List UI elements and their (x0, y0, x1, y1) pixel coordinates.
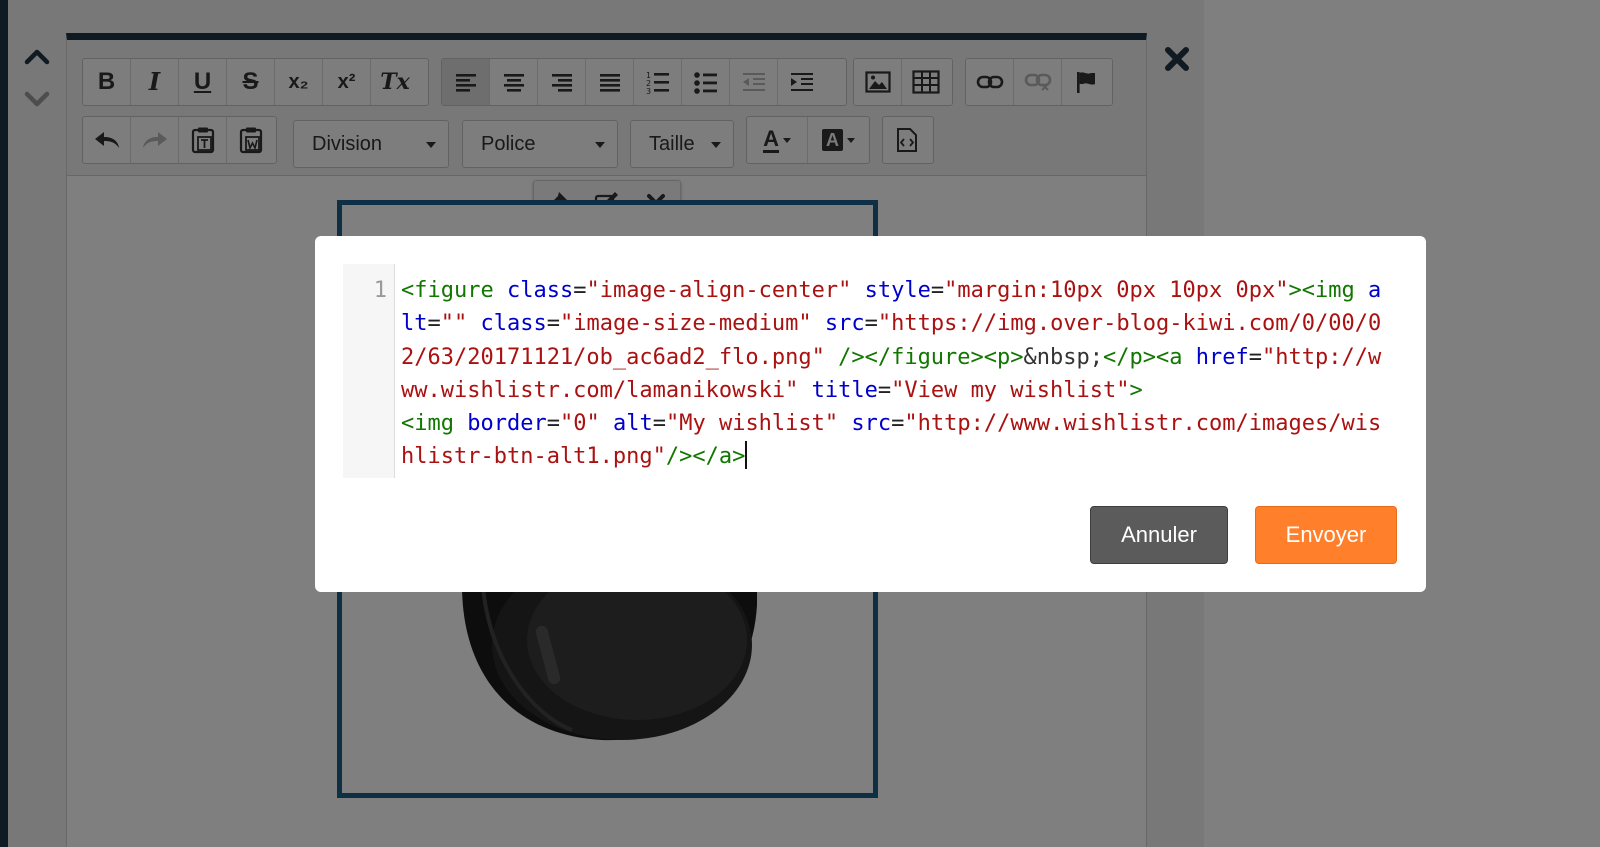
code-token: /></a> (665, 444, 746, 470)
code-token: title (811, 377, 878, 403)
code-token: /></figure><p> (838, 344, 1024, 370)
code-token: </p><a (1103, 344, 1183, 370)
code-token: > (1129, 377, 1143, 403)
code-token: = (891, 411, 905, 437)
text-cursor (745, 441, 748, 470)
code-token: = (930, 278, 945, 303)
code-token: "margin:10px 0px 10px 0px" (944, 278, 1289, 303)
code-token: = (546, 311, 560, 337)
code-token: class (480, 311, 547, 337)
code-token: "My wishlist" (665, 411, 839, 437)
code-token: border (467, 411, 547, 437)
code-token: = (546, 411, 560, 437)
code-token: "View my wishlist" (891, 377, 1130, 403)
code-content[interactable]: <figure class="image-align-center" style… (401, 274, 1386, 474)
line-number: 1 (373, 278, 387, 303)
source-code-dialog: 1 <figure class="image-align-center" sty… (315, 236, 1426, 592)
code-token: = (864, 311, 878, 337)
submit-button[interactable]: Envoyer (1255, 506, 1397, 564)
code-token: "image-size-medium" (559, 311, 812, 337)
code-token: = (427, 311, 441, 337)
code-token: src (851, 411, 892, 437)
code-token: class (506, 278, 574, 303)
code-token: <img (401, 411, 454, 437)
code-token: "image-align-center" (586, 278, 852, 303)
code-token: &nbsp; (1023, 344, 1104, 370)
code-token: = (1248, 344, 1262, 370)
code-editor[interactable]: 1 <figure class="image-align-center" sty… (343, 264, 1390, 478)
code-token: = (573, 278, 587, 303)
cancel-button[interactable]: Annuler (1090, 506, 1228, 564)
code-token: = (652, 411, 666, 437)
code-token: "" (440, 311, 468, 337)
code-token: href (1195, 344, 1249, 370)
code-token: src (824, 311, 865, 337)
code-token: ><img (1288, 278, 1355, 303)
code-token: alt (612, 411, 653, 437)
code-token: <figure (401, 278, 494, 303)
code-token: style (864, 278, 931, 303)
line-number-gutter: 1 (343, 264, 395, 478)
code-token: "0" (559, 411, 600, 437)
code-token: = (877, 377, 892, 403)
